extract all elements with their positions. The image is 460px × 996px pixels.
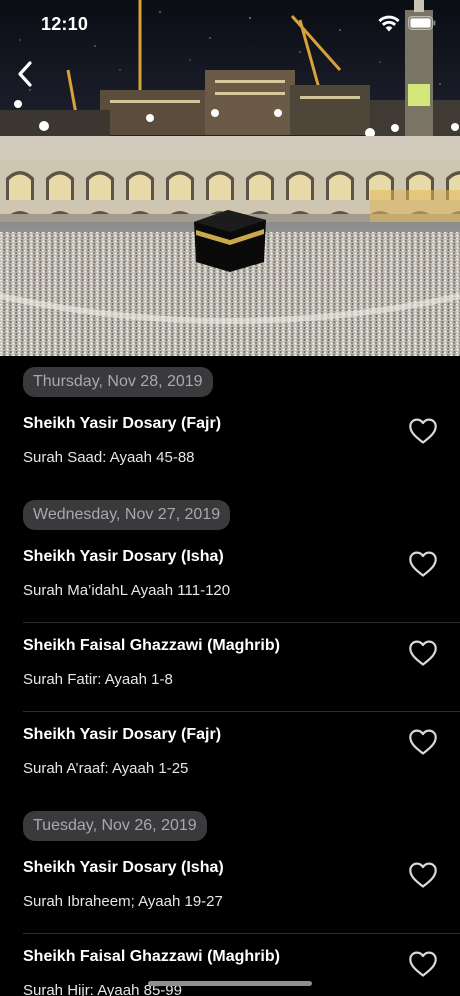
favorite-button[interactable]: [408, 417, 438, 445]
reciter-title: Sheikh Yasir Dosary (Isha): [23, 548, 224, 565]
favorite-button[interactable]: [408, 728, 438, 756]
reciter-title: Sheikh Yasir Dosary (Isha): [23, 859, 224, 876]
wifi-icon: [378, 15, 400, 32]
heart-icon: [409, 551, 437, 577]
list-item[interactable]: Sheikh Faisal Ghazzawi (Maghrib) Surah H…: [0, 937, 460, 996]
heart-icon: [409, 951, 437, 977]
status-time: 12:10: [41, 14, 89, 34]
heart-icon: [409, 418, 437, 444]
separator: [23, 622, 460, 623]
separator: [23, 933, 460, 934]
heart-icon: [409, 640, 437, 666]
back-button[interactable]: [8, 56, 42, 92]
heart-icon: [409, 729, 437, 755]
surah-subtitle: Surah Saad: Ayaah 45-88: [23, 449, 195, 466]
chevron-left-icon: [18, 61, 32, 87]
favorite-button[interactable]: [408, 950, 438, 978]
battery-icon: [408, 16, 436, 30]
list-item[interactable]: Sheikh Yasir Dosary (Isha) Surah Ma’idah…: [0, 537, 460, 626]
surah-subtitle: Surah Ibraheem; Ayaah 19-27: [23, 893, 223, 910]
date-header: Thursday, Nov 28, 2019: [23, 367, 213, 397]
surah-subtitle: Surah Ma’idahL Ayaah 111-120: [23, 582, 231, 599]
reciter-title: Sheikh Yasir Dosary (Fajr): [23, 726, 222, 743]
surah-subtitle: Surah Fatir: Ayaah 1-8: [23, 671, 173, 688]
status-bar: 12:10: [0, 0, 460, 50]
reciter-title: Sheikh Yasir Dosary (Fajr): [23, 415, 222, 432]
separator: [23, 711, 460, 712]
list-item[interactable]: Sheikh Yasir Dosary (Fajr) Surah Saad: A…: [0, 404, 460, 493]
reciter-title: Sheikh Faisal Ghazzawi (Maghrib): [23, 637, 280, 654]
favorite-button[interactable]: [408, 550, 438, 578]
list-item[interactable]: Sheikh Yasir Dosary (Isha) Surah Ibrahee…: [0, 848, 460, 937]
home-indicator[interactable]: [148, 981, 312, 986]
favorite-button[interactable]: [408, 861, 438, 889]
favorite-button[interactable]: [408, 639, 438, 667]
heart-icon: [409, 862, 437, 888]
surah-subtitle: Surah A’raaf: Ayaah 1-25: [23, 760, 189, 777]
date-header: Tuesday, Nov 26, 2019: [23, 811, 207, 841]
date-header: Wednesday, Nov 27, 2019: [23, 500, 231, 530]
recitation-list[interactable]: Thursday, Nov 28, 2019 Sheikh Yasir Dosa…: [0, 356, 460, 996]
list-item[interactable]: Sheikh Yasir Dosary (Fajr) Surah A’raaf:…: [0, 715, 460, 804]
reciter-title: Sheikh Faisal Ghazzawi (Maghrib): [23, 948, 280, 965]
hero-image: [0, 0, 460, 356]
list-item[interactable]: Sheikh Faisal Ghazzawi (Maghrib) Surah F…: [0, 626, 460, 715]
